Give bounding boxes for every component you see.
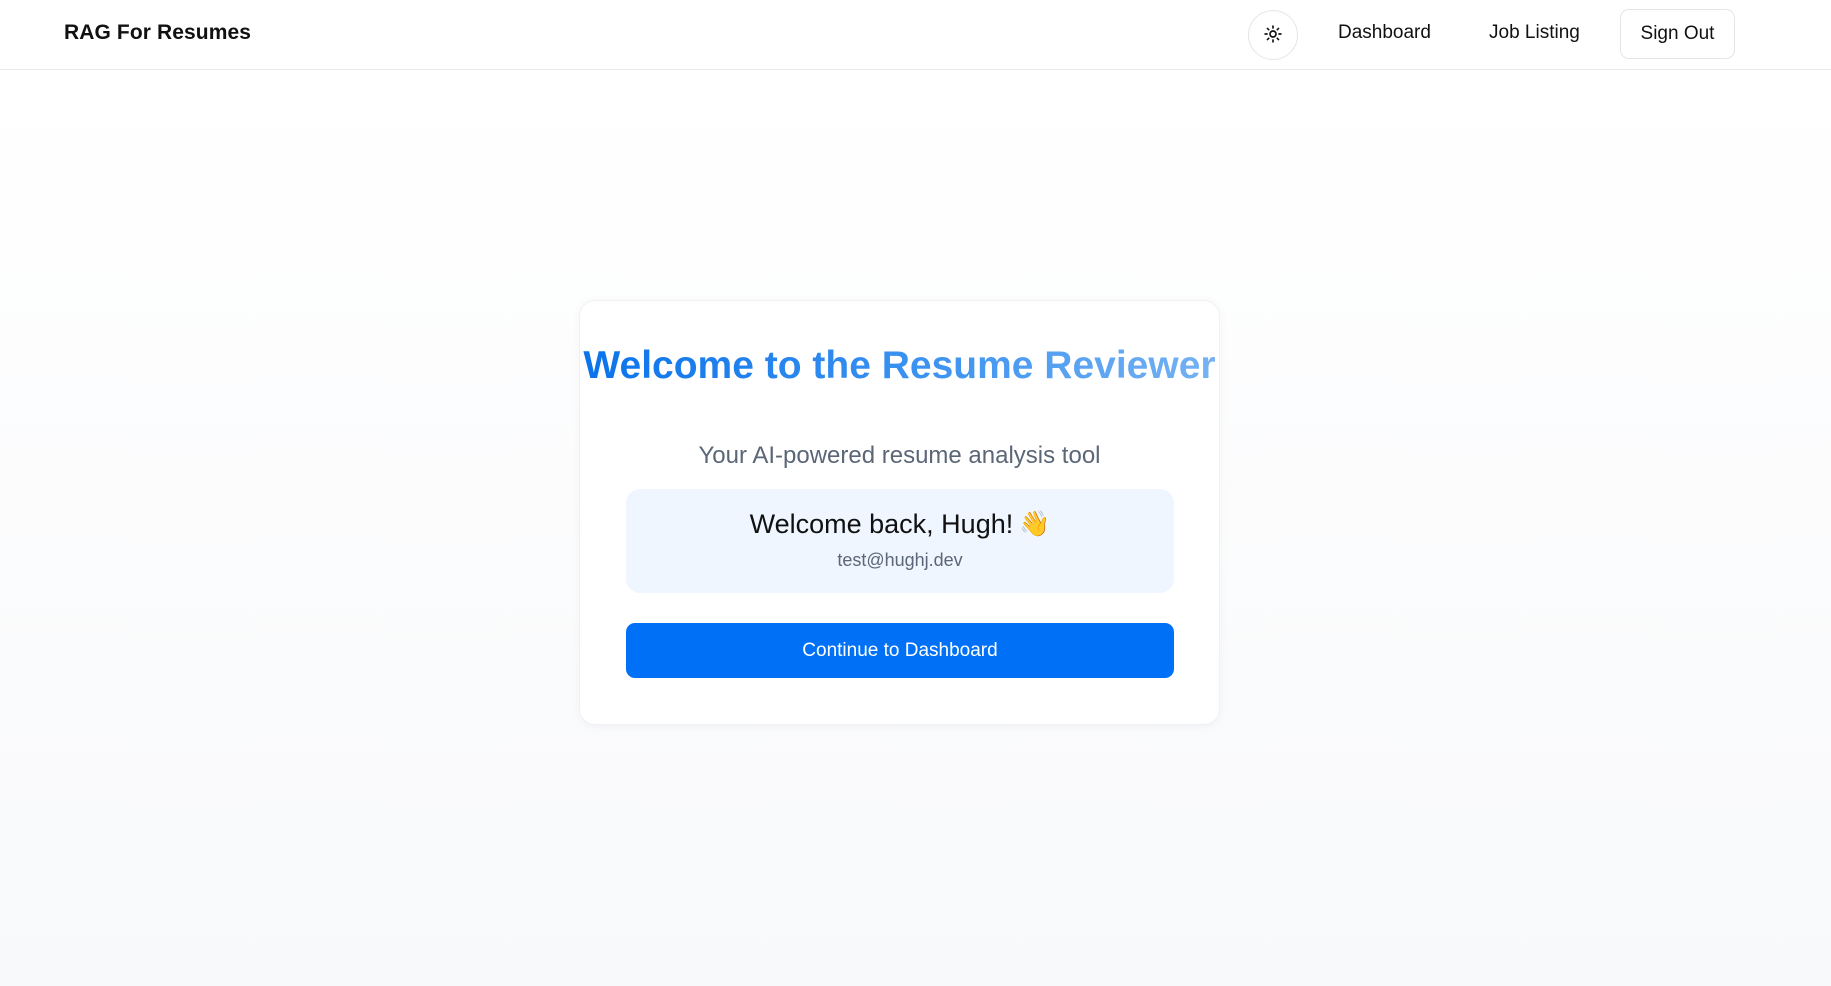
waving-hand-icon: 👋 bbox=[1019, 510, 1051, 538]
brand-title[interactable]: RAG For Resumes bbox=[64, 21, 251, 45]
welcome-back-greeting: Welcome back, Hugh! bbox=[749, 509, 1014, 539]
sun-icon bbox=[1264, 24, 1282, 46]
top-navbar: RAG For Resumes Dashboard Job Listing Si… bbox=[0, 0, 1831, 70]
nav-link-dashboard[interactable]: Dashboard bbox=[1338, 22, 1431, 44]
nav-link-job-listing[interactable]: Job Listing bbox=[1489, 22, 1580, 44]
page-title: Welcome to the Resume Reviewer bbox=[580, 343, 1219, 388]
user-info-panel: Welcome back, Hugh! 👋 test@hughj.dev bbox=[626, 489, 1174, 593]
sign-out-button[interactable]: Sign Out bbox=[1620, 9, 1735, 59]
user-email: test@hughj.dev bbox=[837, 550, 963, 570]
greeting-row: Welcome back, Hugh! 👋 bbox=[626, 509, 1174, 540]
continue-to-dashboard-button[interactable]: Continue to Dashboard bbox=[626, 623, 1174, 678]
page-subtitle: Your AI-powered resume analysis tool bbox=[698, 442, 1101, 469]
theme-toggle-button[interactable] bbox=[1248, 10, 1298, 60]
welcome-card: Welcome to the Resume Reviewer Your AI-p… bbox=[579, 300, 1220, 725]
main-content: Welcome to the Resume Reviewer Your AI-p… bbox=[0, 71, 1831, 986]
